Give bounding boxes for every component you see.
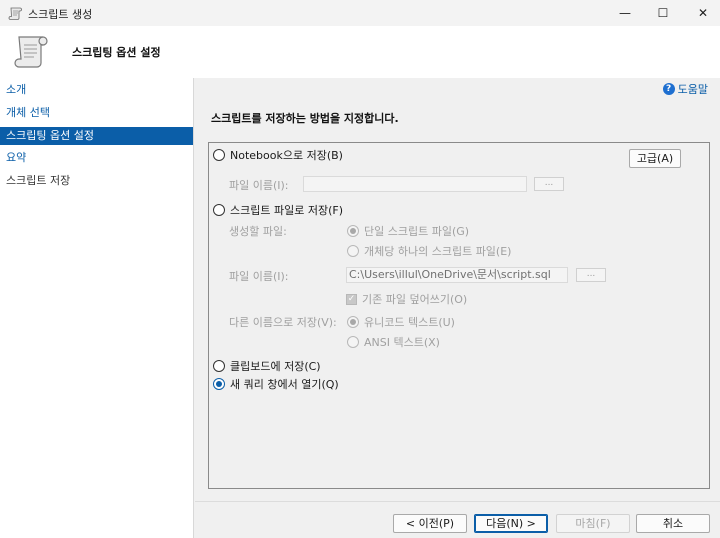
maximize-icon: ☐ [657,6,669,20]
radio-label: 클립보드에 저장(C) [230,360,321,373]
radio-indicator [213,204,225,216]
instruction-text: 스크립트를 저장하는 방법을 지정합니다. [211,112,399,125]
generate-files-label: 생성할 파일: [229,225,287,238]
advanced-button[interactable]: 고급(A) [629,149,681,168]
radio-indicator [213,378,225,390]
wizard-header: 스크립팅 옵션 설정 [0,26,720,78]
sidebar-item-scripting-options[interactable]: 스크립팅 옵션 설정 [0,127,193,145]
radio-label: 스크립트 파일로 저장(F) [230,204,343,217]
file-browse-button[interactable]: ... [576,268,606,282]
radio-label: 유니코드 텍스트(U) [364,316,455,329]
window-title: 스크립트 생성 [28,8,93,21]
sidebar-item-summary[interactable]: 요약 [0,149,193,167]
minimize-icon: — [619,6,631,20]
radio-save-clipboard[interactable]: 클립보드에 저장(C) [213,358,321,374]
radio-label: 새 쿼리 창에서 열기(Q) [230,378,339,391]
radio-indicator [347,245,359,257]
checkmark-icon: ✓ [346,293,357,305]
overwrite-checkbox[interactable]: ✓ 기존 파일 덮어쓰기(O) [346,291,467,307]
title-bar: 스크립트 생성 — ☐ ✕ [0,0,720,26]
next-button[interactable]: 다음(N) > [474,514,548,533]
radio-indicator [347,336,359,348]
radio-indicator [347,225,359,237]
wizard-sidebar: 소개 개체 선택 스크립팅 옵션 설정 요약 스크립트 저장 [0,78,194,538]
radio-indicator [213,360,225,372]
page-heading: 스크립팅 옵션 설정 [72,46,161,59]
footer-divider [195,501,720,502]
radio-single-file[interactable]: 단일 스크립트 파일(G) [347,223,469,239]
help-icon: ? [662,83,675,95]
radio-save-script-file[interactable]: 스크립트 파일로 저장(F) [213,202,343,218]
help-label: 도움말 [677,83,708,96]
file-name-input[interactable]: C:\Users\illul\OneDrive\문서\script.sql [346,267,568,283]
radio-indicator [347,316,359,328]
sidebar-item-intro[interactable]: 소개 [0,81,193,99]
radio-save-notebook[interactable]: Notebook으로 저장(B) [213,147,343,163]
save-as-label: 다른 이름으로 저장(V): [229,316,337,329]
help-link[interactable]: ? 도움말 [662,81,708,97]
radio-file-per-object[interactable]: 개체당 하나의 스크립트 파일(E) [347,243,511,259]
save-options-group: Notebook으로 저장(B) 고급(A) 파일 이름(I): ... 스크립… [208,142,710,489]
previous-button[interactable]: < 이전(P) [393,514,467,533]
radio-unicode-text[interactable]: 유니코드 텍스트(U) [347,314,455,330]
radio-label: ANSI 텍스트(X) [364,336,440,349]
main-panel: ? 도움말 스크립트를 저장하는 방법을 지정합니다. Notebook으로 저… [195,78,720,538]
close-icon: ✕ [697,6,709,20]
notebook-filename-label: 파일 이름(I): [229,179,289,192]
checkbox-label: 기존 파일 덮어쓰기(O) [362,293,468,306]
radio-indicator [213,149,225,161]
scroll-icon [8,7,22,20]
radio-label: Notebook으로 저장(B) [230,149,343,162]
cancel-button[interactable]: 취소 [636,514,710,533]
close-button[interactable]: ✕ [680,0,720,26]
finish-button[interactable]: 마침(F) [556,514,630,533]
notebook-browse-button[interactable]: ... [534,177,564,191]
radio-open-new-query[interactable]: 새 쿼리 창에서 열기(Q) [213,376,339,392]
sidebar-item-save-script: 스크립트 저장 [6,174,71,187]
file-name-label: 파일 이름(I): [229,270,289,283]
radio-label: 개체당 하나의 스크립트 파일(E) [364,245,512,258]
radio-label: 단일 스크립트 파일(G) [364,225,470,238]
scroll-icon [14,36,48,68]
notebook-filename-input[interactable] [303,176,527,192]
sidebar-item-select-objects[interactable]: 개체 선택 [0,104,193,122]
radio-ansi-text[interactable]: ANSI 텍스트(X) [347,334,440,350]
